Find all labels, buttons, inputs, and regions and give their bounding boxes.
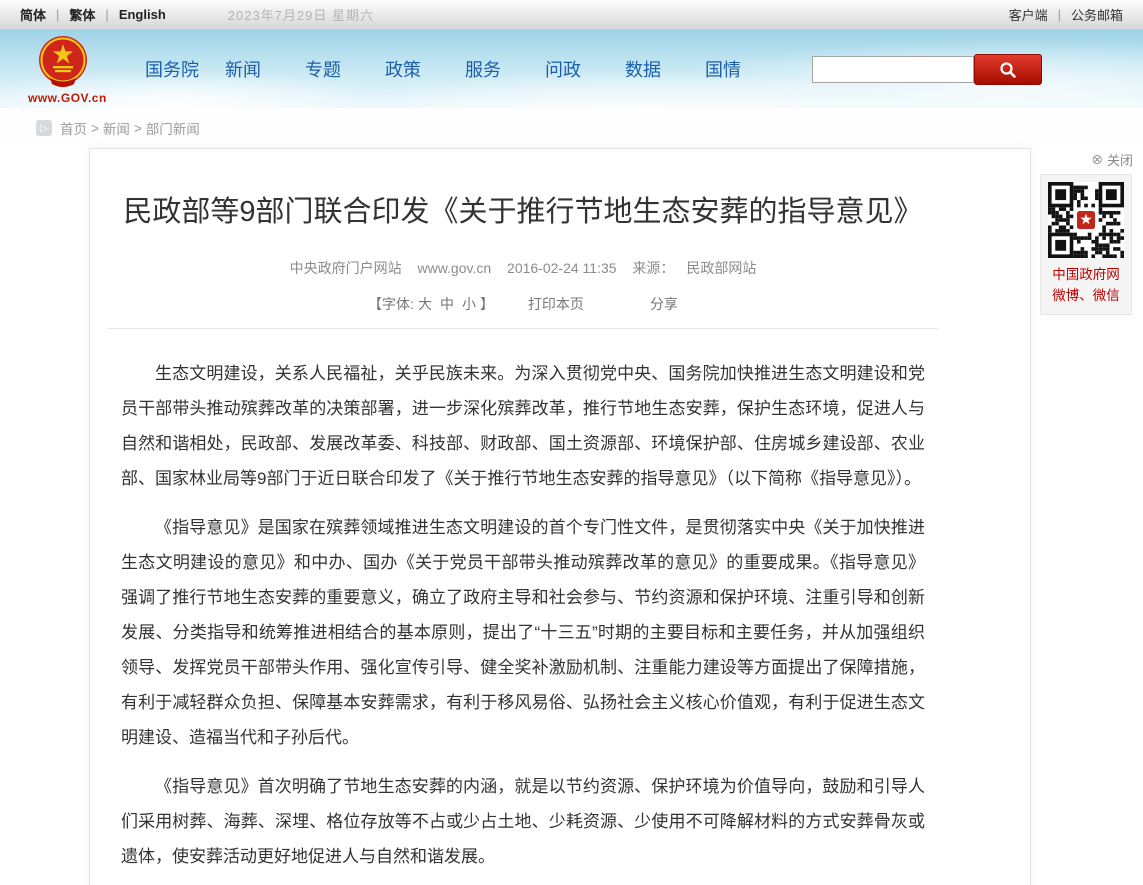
separator: |: [105, 7, 108, 22]
qr-close-label: 关闭: [1107, 150, 1133, 169]
qr-code: [1048, 182, 1124, 258]
breadcrumb-separator: >: [91, 121, 99, 136]
breadcrumb-news[interactable]: 新闻: [103, 118, 130, 138]
current-date: 2023年7月29日 星期六: [228, 5, 374, 24]
breadcrumb-separator: >: [134, 121, 142, 136]
font-size-medium[interactable]: 中: [440, 294, 454, 314]
main-navigation: 国务院 新闻 专题 政策 服务 问政 数据 国情: [145, 30, 785, 108]
qr-caption-line2: 微博、微信: [1045, 285, 1127, 306]
breadcrumb-dept-news[interactable]: 部门新闻: [146, 118, 200, 138]
official-mail-link[interactable]: 公务邮箱: [1071, 5, 1123, 24]
lang-traditional[interactable]: 繁体: [69, 5, 95, 24]
share-button[interactable]: 分享: [650, 294, 678, 314]
print-page-button[interactable]: 打印本页: [528, 294, 584, 314]
site-search: [812, 54, 1042, 85]
close-icon: ⊗: [1091, 151, 1103, 168]
qr-caption-line1: 中国政府网: [1045, 264, 1127, 285]
site-header: www.GOV.cn 国务院 新闻 专题 政策 服务 问政 数据 国情: [0, 30, 1143, 108]
nav-state-council[interactable]: 国务院: [145, 56, 225, 82]
article-paragraph: 《指导意见》是国家在殡葬领域推进生态文明建设的首个专门性文件，是贯彻落实中央《关…: [121, 510, 925, 755]
meta-datetime: 2016-02-24 11:35: [507, 260, 617, 276]
article-meta: 中央政府门户网站 www.gov.cn 2016-02-24 11:35 来源：…: [108, 258, 938, 278]
nav-interaction[interactable]: 问政: [545, 56, 625, 82]
search-icon: [999, 61, 1017, 79]
breadcrumb-home-icon: ▷: [36, 120, 52, 136]
article-paragraph: 生态文明建设，关系人民福祉，关乎民族未来。为深入贯彻党中央、国务院加快推进生态文…: [121, 356, 925, 496]
separator: |: [1058, 7, 1061, 22]
nav-about-china[interactable]: 国情: [705, 56, 785, 82]
meta-url: www.gov.cn: [417, 260, 491, 276]
gov-logo[interactable]: www.GOV.cn: [28, 34, 98, 105]
logo-url-text: www.GOV.cn: [28, 91, 98, 105]
article-column: 民政部等9部门联合印发《关于推行节地生态安葬的指导意见》 中央政府门户网站 ww…: [108, 181, 938, 874]
article-body: 生态文明建设，关系人民福祉，关乎民族未来。为深入贯彻党中央、国务院加快推进生态文…: [108, 329, 938, 874]
article-card: 民政部等9部门联合印发《关于推行节地生态安葬的指导意见》 中央政府门户网站 ww…: [89, 148, 1031, 885]
national-emblem-icon: [36, 34, 90, 90]
separator: |: [56, 7, 59, 22]
client-app-link[interactable]: 客户端: [1009, 5, 1048, 24]
lang-simplified[interactable]: 简体: [20, 5, 46, 24]
breadcrumb-home[interactable]: 首页: [60, 118, 87, 138]
font-size-close: 】: [480, 294, 494, 314]
font-size-open: 【字体:: [368, 294, 414, 314]
article-tools: 【字体: 大 中 小 】 打印本页 分享: [108, 294, 938, 314]
search-input[interactable]: [812, 56, 974, 83]
nav-policies[interactable]: 政策: [385, 56, 465, 82]
meta-source-label: 来源：: [632, 260, 674, 276]
qr-caption: 中国政府网 微博、微信: [1045, 264, 1127, 306]
font-size-small[interactable]: 小: [462, 294, 476, 314]
breadcrumb: ▷ 首页 > 新闻 > 部门新闻: [0, 108, 1143, 148]
top-utility-bar: 简体 | 繁体 | English 2023年7月29日 星期六 客户端 | 公…: [0, 0, 1143, 30]
article-paragraph: 《指导意见》首次明确了节地生态安葬的内涵，就是以节约资源、保护环境为价值导向，鼓…: [121, 769, 925, 874]
meta-source: 民政部网站: [686, 260, 756, 276]
lang-english[interactable]: English: [119, 7, 166, 22]
qr-widget: ⊗ 关闭 中国政府网 微博、微信: [1035, 150, 1135, 315]
meta-site: 中央政府门户网站: [290, 260, 402, 276]
nav-news[interactable]: 新闻: [225, 56, 305, 82]
qr-close-button[interactable]: ⊗ 关闭: [1035, 150, 1135, 169]
nav-topics[interactable]: 专题: [305, 56, 385, 82]
language-switcher: 简体 | 繁体 | English: [20, 5, 166, 24]
nav-services[interactable]: 服务: [465, 56, 545, 82]
article-title: 民政部等9部门联合印发《关于推行节地生态安葬的指导意见》: [108, 181, 938, 244]
font-size-large[interactable]: 大: [418, 294, 432, 314]
topbar-right-links: 客户端 | 公务邮箱: [1009, 5, 1123, 24]
search-button[interactable]: [974, 54, 1042, 85]
nav-data[interactable]: 数据: [625, 56, 705, 82]
qr-box: 中国政府网 微博、微信: [1040, 174, 1132, 315]
